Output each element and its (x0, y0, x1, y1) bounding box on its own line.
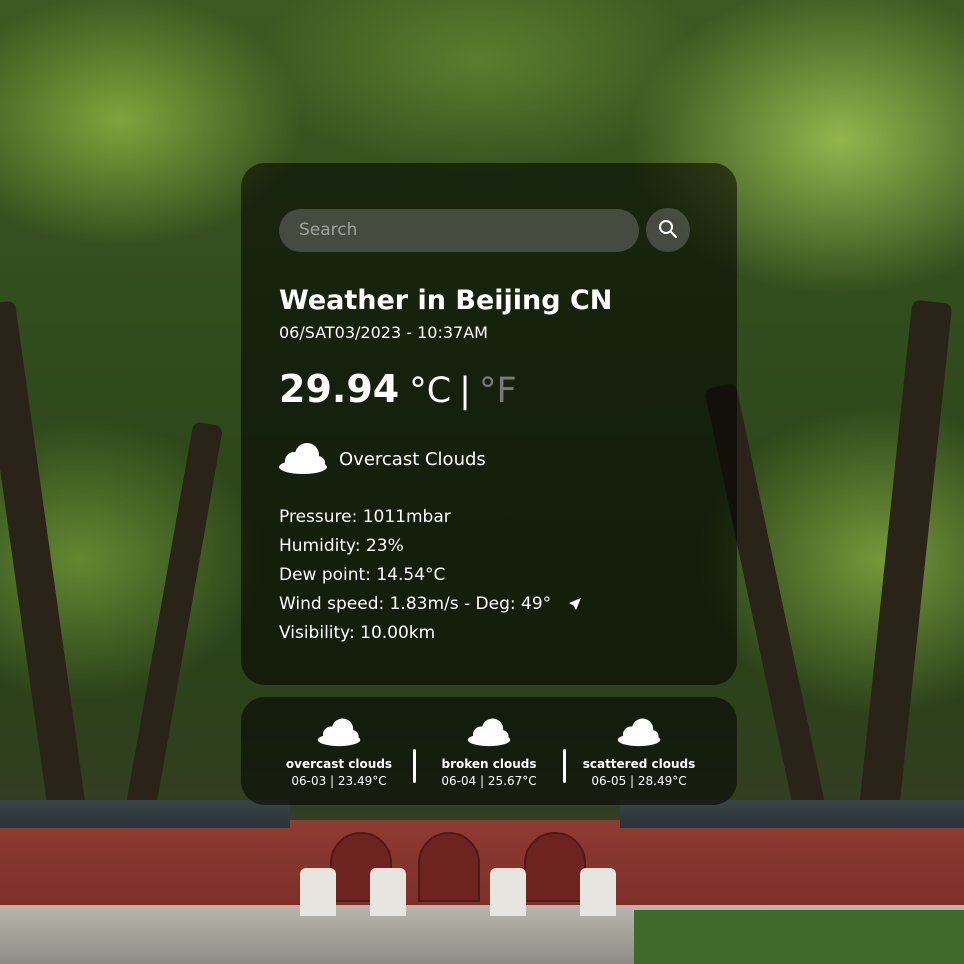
cloud-icon (315, 715, 363, 751)
forecast-card: overcast clouds 06-03 | 23.49°C broken c… (241, 697, 737, 805)
forecast-date-temp: 06-04 | 25.67°C (441, 773, 537, 788)
temperature-value: 29.94 (279, 367, 400, 411)
forecast-divider (562, 749, 566, 783)
condition-text: Overcast Clouds (339, 448, 486, 470)
search-button[interactable] (646, 208, 690, 252)
forecast-description: overcast clouds (285, 756, 393, 771)
forecast-date-temp: 06-03 | 23.49°C (291, 773, 387, 788)
search-bar (279, 208, 690, 252)
weather-card: Weather in Beijing CN 06/SAT03/2023 - 10… (241, 163, 737, 685)
pressure-text: Pressure: 1011mbar (279, 507, 451, 527)
celsius-toggle[interactable]: °C (409, 371, 451, 411)
date-time: 06/SAT03/2023 - 10:37AM (279, 323, 488, 342)
forecast-date-temp: 06-05 | 28.49°C (591, 773, 687, 788)
weather-details: Pressure: 1011mbar Humidity: 23% Dew poi… (279, 503, 583, 648)
fahrenheit-toggle[interactable]: °F (479, 371, 517, 411)
forecast-description: scattered clouds (582, 756, 696, 771)
dew-point-text: Dew point: 14.54°C (279, 565, 446, 585)
forecast-list: overcast clouds 06-03 | 23.49°C broken c… (241, 697, 737, 805)
humidity-text: Humidity: 23% (279, 536, 404, 556)
temperature-row: 29.94 °C | °F (279, 367, 517, 411)
wind-direction-icon (565, 596, 583, 614)
search-icon (658, 219, 678, 242)
page-title: Weather in Beijing CN (279, 285, 613, 316)
forecast-description: broken clouds (441, 756, 537, 771)
condition-row: Overcast Clouds (277, 439, 486, 479)
unit-separator: | (459, 371, 471, 411)
forecast-divider (412, 749, 416, 783)
forecast-item: broken clouds 06-04 | 25.67°C (429, 715, 549, 788)
cloud-icon (615, 715, 663, 751)
wind-row: Wind speed: 1.83m/s - Deg: 49° (279, 590, 583, 619)
cloud-icon (465, 715, 513, 751)
search-input[interactable] (279, 208, 639, 252)
forecast-item: scattered clouds 06-05 | 28.49°C (579, 715, 699, 788)
wind-text: Wind speed: 1.83m/s - Deg: 49° (279, 594, 552, 614)
cloud-icon (277, 439, 329, 479)
forecast-item: overcast clouds 06-03 | 23.49°C (279, 715, 399, 788)
visibility-text: Visibility: 10.00km (279, 623, 436, 643)
